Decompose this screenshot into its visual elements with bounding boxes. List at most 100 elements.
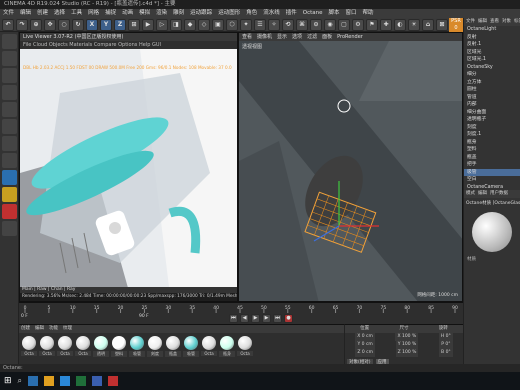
object-tab-0[interactable]: 文件 [466, 19, 475, 24]
toolbar-button-14[interactable]: ◇ [198, 19, 210, 31]
object-item[interactable]: 区域光 [464, 49, 520, 57]
viewport-menu-item-2[interactable]: 显示 [277, 34, 287, 40]
object-item[interactable]: 透明瓶子 [464, 116, 520, 124]
coord-field[interactable]: P 0° [439, 341, 453, 349]
app2-icon[interactable] [108, 376, 119, 386]
taskview-icon[interactable] [28, 376, 39, 386]
material-tab-3[interactable]: 纹理 [63, 326, 72, 331]
object-item[interactable]: 刻度.1 [464, 131, 520, 139]
object-item[interactable]: 把手 [464, 161, 520, 169]
menu-item-12[interactable]: 运动图形 [215, 10, 243, 16]
prev-frame-icon[interactable]: ◀ [240, 314, 249, 323]
object-item[interactable]: 管道 [464, 94, 520, 102]
toolbar-button-12[interactable]: ◨ [170, 19, 182, 31]
last-frame-icon[interactable]: ⏭ [273, 314, 282, 323]
toolbar-button-31[interactable]: ⊠ [436, 19, 448, 31]
toolbar-button-17[interactable]: ✦ [240, 19, 252, 31]
material-swatch[interactable]: 瓶盖 [165, 335, 181, 357]
material-swatch[interactable]: 吸管 [183, 335, 199, 357]
end-frame[interactable]: 90 F [139, 314, 149, 319]
toolbar-button-8[interactable]: Z [114, 19, 126, 31]
menu-item-5[interactable]: 网格 [85, 10, 102, 16]
object-item[interactable]: OctaneLight [464, 26, 520, 34]
object-item[interactable]: 吸管 [464, 168, 520, 176]
object-item[interactable]: 细分 [464, 71, 520, 79]
object-tab-4[interactable]: 标签 [514, 19, 520, 24]
menu-item-2[interactable]: 创建 [34, 10, 51, 16]
object-tab-1[interactable]: 编辑 [478, 19, 487, 24]
menu-item-16[interactable]: Octane [300, 10, 326, 16]
object-item[interactable]: 刻度 [464, 124, 520, 132]
coord-field[interactable]: Y 0 cm [355, 341, 375, 349]
viewport-menu-item-1[interactable]: 摄像机 [257, 34, 272, 40]
polygons-mode-icon[interactable] [2, 119, 17, 134]
toolbar-button-24[interactable]: ▢ [338, 19, 350, 31]
menu-item-17[interactable]: 脚本 [326, 10, 343, 16]
viewport-menu-item-6[interactable]: ProRender [337, 34, 363, 40]
toolbar-button-26[interactable]: ⚑ [366, 19, 378, 31]
toolbar-button-18[interactable]: ☰ [254, 19, 266, 31]
toolbar-button-15[interactable]: ▣ [212, 19, 224, 31]
object-item[interactable]: 立方体 [464, 79, 520, 87]
toolbar-button-2[interactable]: ⊕ [30, 19, 42, 31]
menu-item-1[interactable]: 编辑 [17, 10, 34, 16]
octane-icon[interactable] [2, 170, 17, 185]
material-swatch[interactable]: 透明 [93, 335, 109, 357]
coord-field[interactable]: X 0 cm [355, 333, 375, 341]
record-icon[interactable]: ● [284, 314, 293, 323]
object-item[interactable]: 细分曲面 [464, 109, 520, 117]
material-swatch[interactable]: Octa [75, 335, 91, 357]
menu-item-9[interactable]: 渲染 [153, 10, 170, 16]
coord-field[interactable]: Z 0 cm [355, 349, 375, 357]
toolbar-button-9[interactable]: ⊞ [128, 19, 140, 31]
attribute-tab-0[interactable]: 模式 [466, 191, 475, 196]
viewport-menu-item-4[interactable]: 过滤 [307, 34, 317, 40]
menu-item-13[interactable]: 角色 [243, 10, 260, 16]
next-frame-icon[interactable]: ▶ [262, 314, 271, 323]
toolbar-button-23[interactable]: ◉ [324, 19, 336, 31]
toolbar-button-7[interactable]: Y [100, 19, 112, 31]
object-item[interactable]: 空白 [464, 176, 520, 184]
toolbar-button-11[interactable]: ▷ [156, 19, 168, 31]
toolbar-button-6[interactable]: X [86, 19, 98, 31]
object-tab-2[interactable]: 查看 [490, 19, 499, 24]
material-swatch[interactable]: 塑料 [111, 335, 127, 357]
material-swatch[interactable]: Octa [21, 335, 37, 357]
axis-icon[interactable] [2, 136, 17, 151]
lock-icon[interactable] [2, 221, 17, 236]
render-icon[interactable] [2, 204, 17, 219]
object-item[interactable]: 反射.1 [464, 41, 520, 49]
toolbar-button-19[interactable]: ✧ [268, 19, 280, 31]
perspective-viewport[interactable]: 查看 摄像机 显示 选项 过滤 面板 ProRender 透视视图 网格间距: 1000 c… [238, 32, 463, 302]
toolbar-button-22[interactable]: ⊙ [310, 19, 322, 31]
object-item[interactable]: 瓶盖 [464, 154, 520, 162]
menu-item-10[interactable]: 雕刻 [170, 10, 187, 16]
material-tab-1[interactable]: 编辑 [35, 326, 44, 331]
menu-item-3[interactable]: 选择 [51, 10, 68, 16]
material-swatch[interactable]: Octa [237, 335, 253, 357]
viewport-menu[interactable]: 查看 摄像机 显示 选项 过滤 面板 ProRender [239, 33, 462, 41]
viewport-menu-item-5[interactable]: 面板 [322, 34, 332, 40]
object-item[interactable]: 圆柱 [464, 86, 520, 94]
material-swatch[interactable]: Octa [39, 335, 55, 357]
toolbar-button-10[interactable]: ▶ [142, 19, 154, 31]
material-tab-2[interactable]: 功能 [49, 326, 58, 331]
object-item[interactable]: 塑料 [464, 146, 520, 154]
model-mode-icon[interactable] [2, 34, 17, 49]
snap-icon[interactable] [2, 153, 17, 168]
menu-item-18[interactable]: 窗口 [343, 10, 360, 16]
toolbar-button-16[interactable]: ⬡ [226, 19, 238, 31]
workplane-icon[interactable] [2, 68, 17, 83]
object-tab-3[interactable]: 对象 [502, 19, 511, 24]
material-swatch[interactable]: 瓶身 [219, 335, 235, 357]
points-mode-icon[interactable] [2, 85, 17, 100]
toolbar-button-30[interactable]: ⌂ [422, 19, 434, 31]
material-tabs[interactable]: 创建 编辑 功能 纹理 [19, 325, 344, 333]
browser-icon[interactable] [60, 376, 71, 386]
coord-field[interactable]: Z 100 % [395, 349, 419, 357]
viewer-tabs[interactable]: Main | Raw | Chan | Ray [22, 287, 75, 292]
play-icon[interactable]: ▶ [251, 314, 260, 323]
material-swatch[interactable]: 刻度 [147, 335, 163, 357]
toolbar-button-13[interactable]: ◆ [184, 19, 196, 31]
menu-item-6[interactable]: 捕捉 [102, 10, 119, 16]
